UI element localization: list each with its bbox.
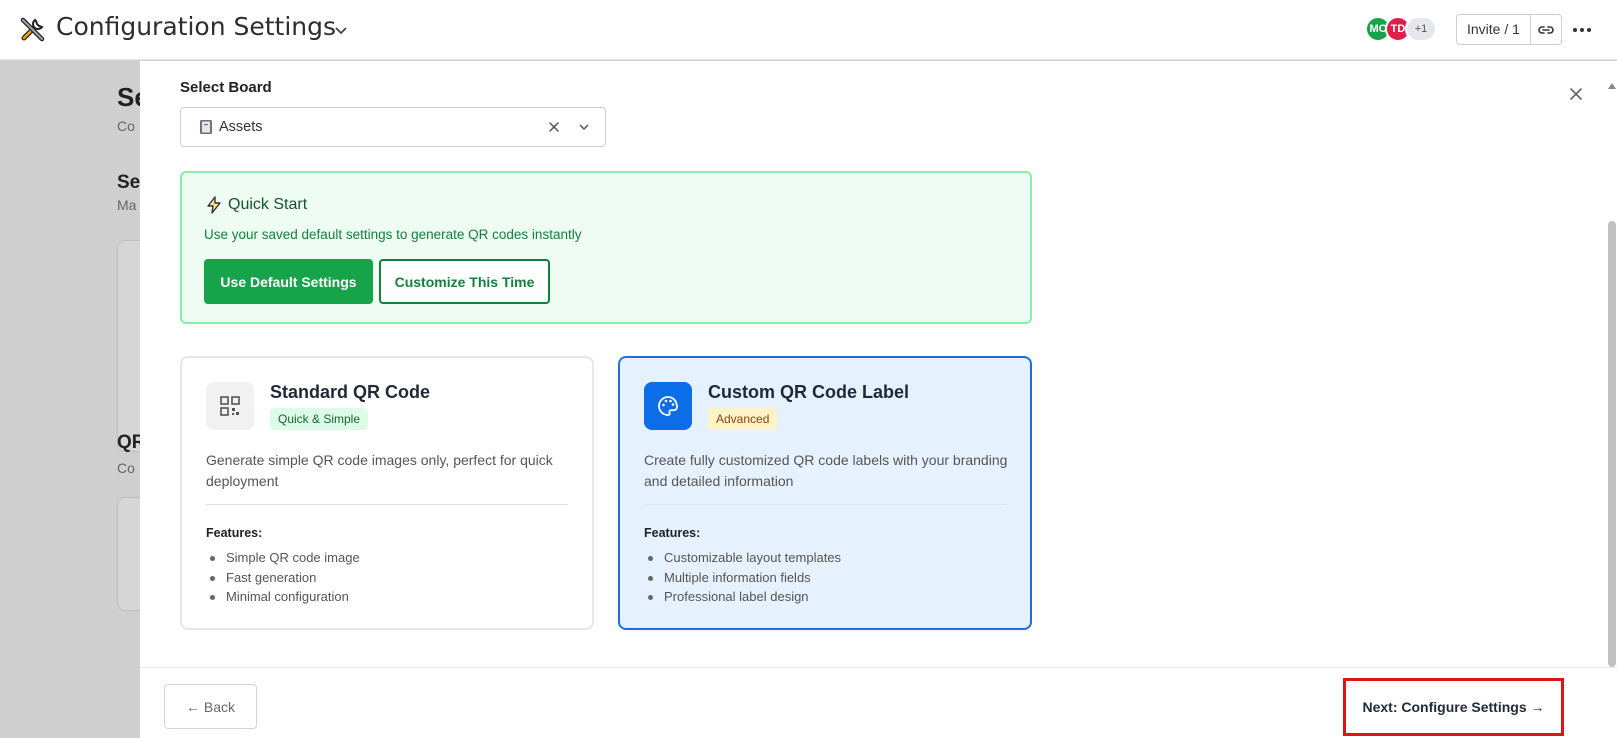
use-default-settings-button[interactable]: Use Default Settings bbox=[204, 259, 373, 304]
quick-start-description: Use your saved default settings to gener… bbox=[204, 227, 582, 242]
card-title: Custom QR Code Label bbox=[708, 382, 910, 402]
page-title: Configuration Settings bbox=[56, 12, 337, 41]
invite-button[interactable]: Invite / 1 bbox=[1457, 15, 1531, 44]
standard-qr-option-card[interactable]: Standard QR Code Quick & Simple Generate… bbox=[180, 356, 594, 630]
more-options-button[interactable] bbox=[1570, 18, 1594, 42]
list-item: Customizable layout templates bbox=[647, 550, 841, 570]
features-list: Customizable layout templates Multiple i… bbox=[647, 550, 841, 609]
background-section-subtitle: Co bbox=[117, 460, 135, 476]
palette-icon-box bbox=[644, 382, 692, 430]
more-horizontal-icon bbox=[1573, 28, 1591, 32]
status-badge: Advanced bbox=[708, 408, 778, 430]
link-icon bbox=[1538, 25, 1554, 34]
next-configure-settings-button[interactable]: Next: Configure Settings → bbox=[1343, 678, 1564, 736]
tools-icon bbox=[20, 17, 45, 42]
qr-setup-drawer: Select Board Assets Quick Start Use your… bbox=[140, 61, 1617, 738]
list-item: Minimal configuration bbox=[210, 589, 360, 609]
quick-start-title-text: Quick Start bbox=[228, 196, 308, 213]
scrollbar[interactable] bbox=[1607, 61, 1617, 667]
back-button[interactable]: ← Back bbox=[164, 684, 257, 729]
background-subtitle: Co bbox=[117, 118, 135, 134]
quick-start-panel: Quick Start Use your saved default setti… bbox=[180, 171, 1032, 324]
custom-qr-label-option-card[interactable]: Custom QR Code Label Advanced Create ful… bbox=[618, 356, 1032, 630]
palette-icon bbox=[658, 396, 678, 416]
book-icon bbox=[200, 120, 212, 134]
list-item: Simple QR code image bbox=[210, 550, 360, 570]
card-description: Generate simple QR code images only, per… bbox=[206, 452, 553, 489]
clear-icon[interactable] bbox=[547, 120, 561, 134]
scrollbar-thumb[interactable] bbox=[1608, 221, 1616, 667]
features-label: Features: bbox=[206, 526, 263, 540]
close-icon[interactable] bbox=[1567, 85, 1585, 103]
chevron-down-icon[interactable] bbox=[577, 120, 591, 134]
board-select[interactable]: Assets bbox=[180, 107, 606, 147]
customize-this-time-button[interactable]: Customize This Time bbox=[379, 259, 550, 304]
lightning-icon bbox=[207, 196, 221, 214]
features-list: Simple QR code image Fast generation Min… bbox=[210, 550, 360, 609]
divider bbox=[206, 504, 568, 505]
next-button-label: Next: Configure Settings → bbox=[1362, 699, 1545, 715]
board-select-value: Assets bbox=[219, 119, 263, 135]
features-label: Features: bbox=[644, 526, 701, 540]
divider bbox=[644, 504, 1006, 505]
invite-group: Invite / 1 bbox=[1456, 14, 1562, 45]
drawer-footer: ← Back Next: Configure Settings → bbox=[140, 667, 1617, 738]
qr-code-icon bbox=[220, 396, 240, 416]
scroll-up-arrow[interactable] bbox=[1608, 83, 1616, 89]
card-description: Create fully customized QR code labels w… bbox=[644, 452, 1008, 489]
status-badge: Quick & Simple bbox=[270, 408, 369, 430]
top-bar: Configuration Settings MC TD +1 Invite /… bbox=[0, 0, 1617, 60]
select-board-label: Select Board bbox=[180, 79, 272, 96]
background-section-subtitle: Ma bbox=[117, 197, 137, 213]
qr-code-icon-box bbox=[206, 382, 254, 430]
card-title: Standard QR Code bbox=[270, 382, 431, 402]
list-item: Professional label design bbox=[647, 589, 841, 609]
copy-link-button[interactable] bbox=[1531, 15, 1561, 44]
list-item: Multiple information fields bbox=[647, 570, 841, 590]
list-item: Fast generation bbox=[210, 570, 360, 590]
chevron-down-icon[interactable] bbox=[333, 22, 349, 38]
avatar-more-count[interactable]: +1 bbox=[1405, 16, 1437, 42]
quick-start-title: Quick Start bbox=[204, 195, 307, 215]
background-section-heading: Se bbox=[117, 172, 141, 193]
